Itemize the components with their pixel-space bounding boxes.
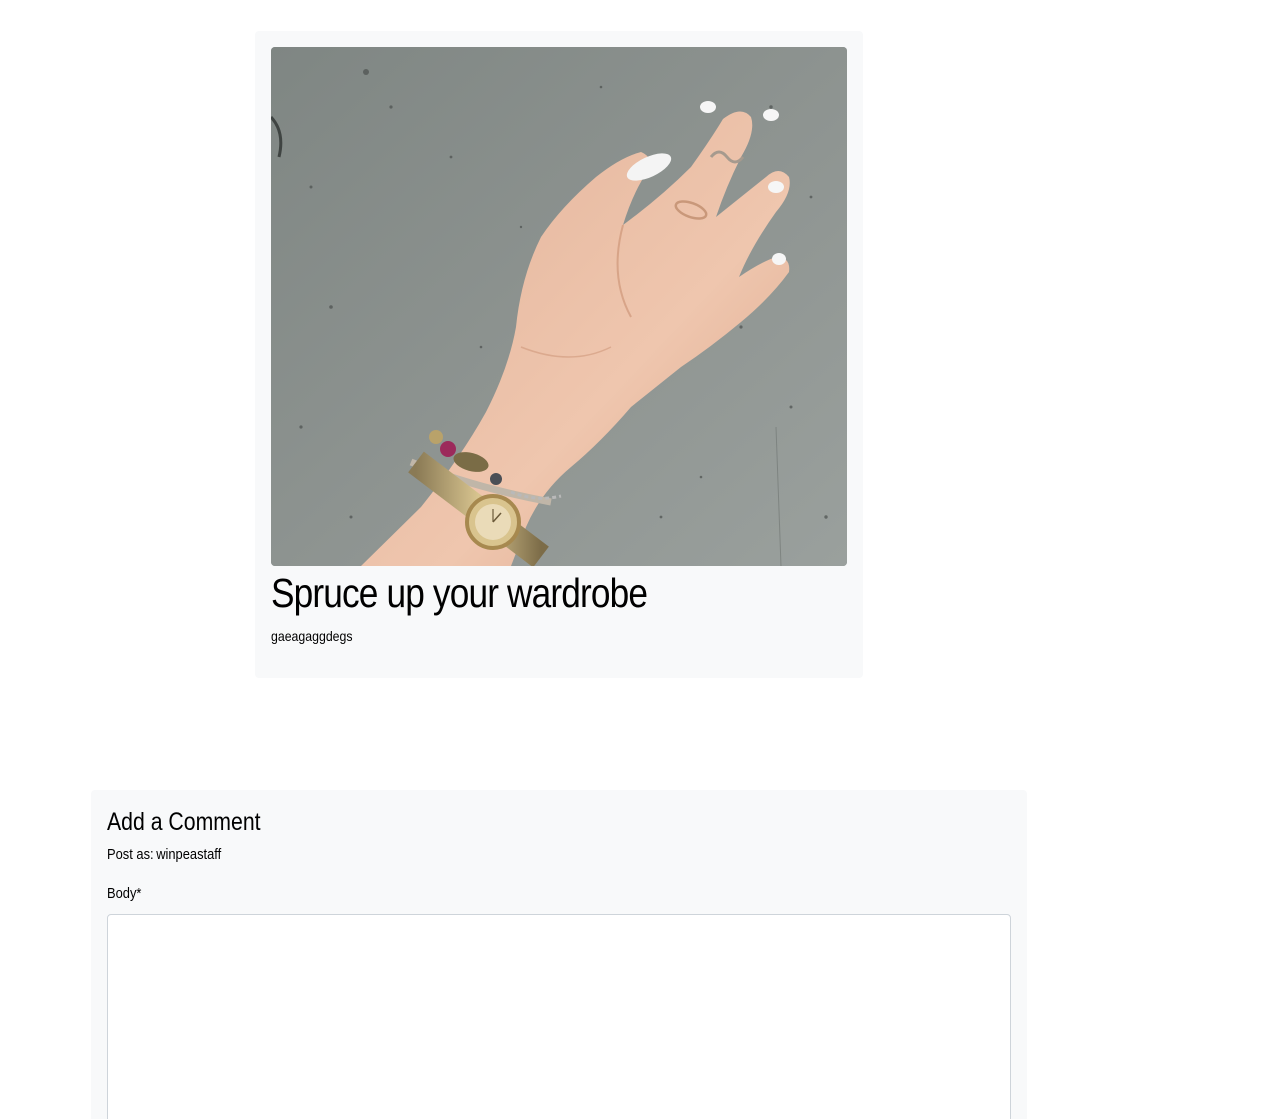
body-field-label: Body* — [107, 885, 142, 902]
post-card: Spruce up your wardrobe gaeagaggdegs — [255, 31, 863, 678]
comment-body-textarea[interactable] — [107, 914, 1011, 1119]
post-as-label: Post as: — [107, 846, 154, 863]
post-body: gaeagaggdegs — [271, 628, 353, 644]
post-as-line: Post as: winpeastaff — [107, 845, 884, 865]
post-image — [271, 47, 847, 566]
comment-form-card: Add a Comment Post as: winpeastaff Body* — [91, 790, 1027, 1119]
post-title: Spruce up your wardrobe — [271, 570, 648, 616]
comment-form-heading: Add a Comment — [107, 808, 261, 836]
page: Spruce up your wardrobe gaeagaggdegs Add… — [0, 0, 1262, 1119]
post-as-username: winpeastaff — [156, 846, 222, 863]
post-photo-illustration — [271, 47, 847, 566]
